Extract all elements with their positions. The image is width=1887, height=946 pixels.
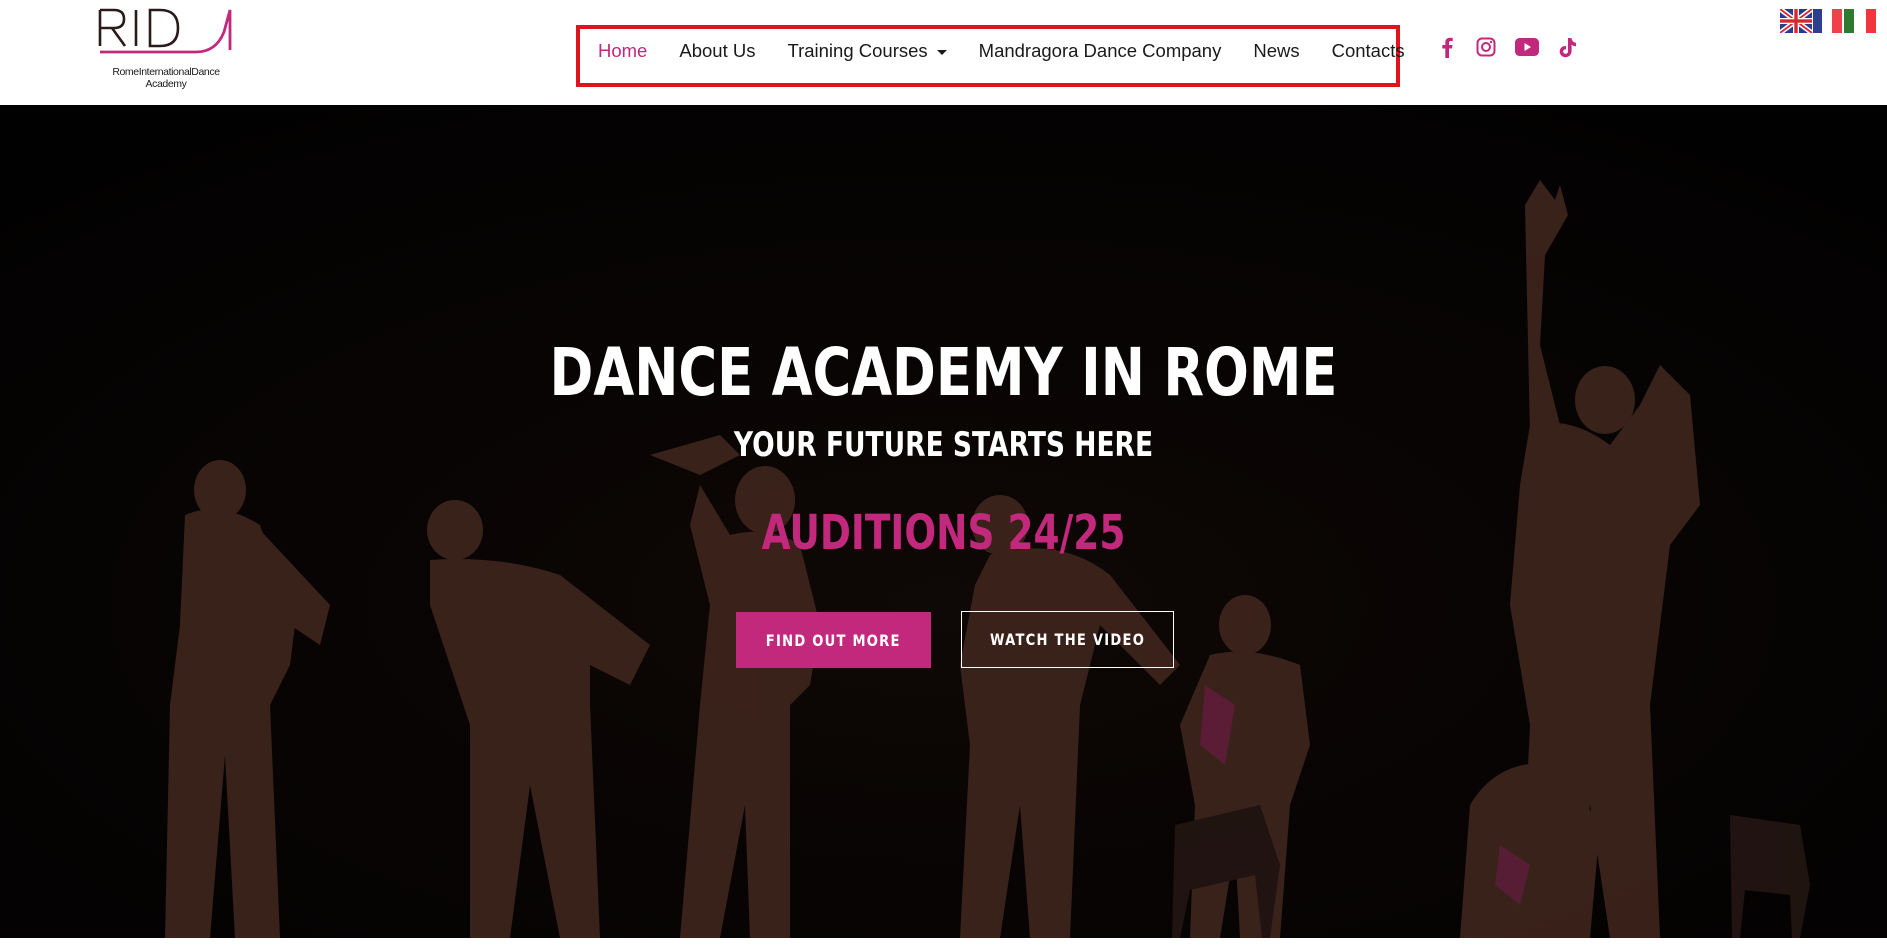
nav-highlight-box: Home About Us Training Courses Mandragor…	[576, 25, 1405, 87]
logo-subtitle-line1: RomeInternationalDance	[112, 66, 220, 78]
site-header: RomeInternationalDance Academy Home Abou…	[0, 0, 1887, 105]
find-out-more-label: FIND OUT MORE	[766, 630, 901, 650]
main-nav: Home About Us Training Courses Mandragor…	[580, 29, 1405, 83]
watch-the-video-button[interactable]: WATCH THE VIDEO	[961, 611, 1174, 668]
watch-the-video-label: WATCH THE VIDEO	[989, 630, 1146, 649]
instagram-icon[interactable]	[1475, 36, 1497, 58]
nav-item-label: Home	[598, 40, 648, 61]
nav-item-home[interactable]: Home	[598, 40, 647, 62]
auditions-heading: AUDITIONS 24/25	[761, 505, 1126, 561]
logo-wordmark-icon	[98, 8, 232, 54]
nav-item-label: About Us	[679, 40, 756, 61]
nav-item-label: News	[1253, 40, 1300, 61]
hero-title: DANCE ACADEMY IN ROME	[549, 334, 1338, 411]
hero-content: DANCE ACADEMY IN ROME YOUR FUTURE STARTS…	[0, 105, 1887, 938]
nav-item-training-courses[interactable]: Training Courses	[787, 40, 947, 62]
find-out-more-button[interactable]: FIND OUT MORE	[736, 612, 931, 668]
social-links	[1436, 36, 1579, 58]
tiktok-icon[interactable]	[1557, 36, 1579, 58]
facebook-icon[interactable]	[1436, 36, 1458, 58]
site-logo[interactable]: RomeInternationalDance Academy	[98, 6, 234, 92]
caret-down-icon	[936, 49, 947, 55]
language-switcher	[1780, 9, 1884, 33]
hero-section: DANCE ACADEMY IN ROME YOUR FUTURE STARTS…	[0, 105, 1887, 938]
logo-subtitle-line2: Academy	[145, 78, 187, 90]
nav-item-news[interactable]: News	[1253, 40, 1299, 62]
youtube-icon[interactable]	[1514, 36, 1540, 58]
nav-item-label: Contacts	[1331, 40, 1405, 61]
nav-item-about-us[interactable]: About Us	[679, 40, 755, 62]
hero-subtitle: YOUR FUTURE STARTS HERE	[733, 425, 1154, 465]
italy-flag-icon[interactable]	[1832, 9, 1884, 33]
nav-item-label: Mandragora Dance Company	[978, 40, 1222, 61]
nav-item-label: Training Courses	[787, 40, 928, 61]
page-content-start	[0, 938, 1887, 946]
nav-item-mandragora-dance-company[interactable]: Mandragora Dance Company	[979, 40, 1222, 62]
uk-flag-icon[interactable]	[1780, 9, 1822, 33]
nav-item-contacts[interactable]: Contacts	[1332, 40, 1405, 62]
